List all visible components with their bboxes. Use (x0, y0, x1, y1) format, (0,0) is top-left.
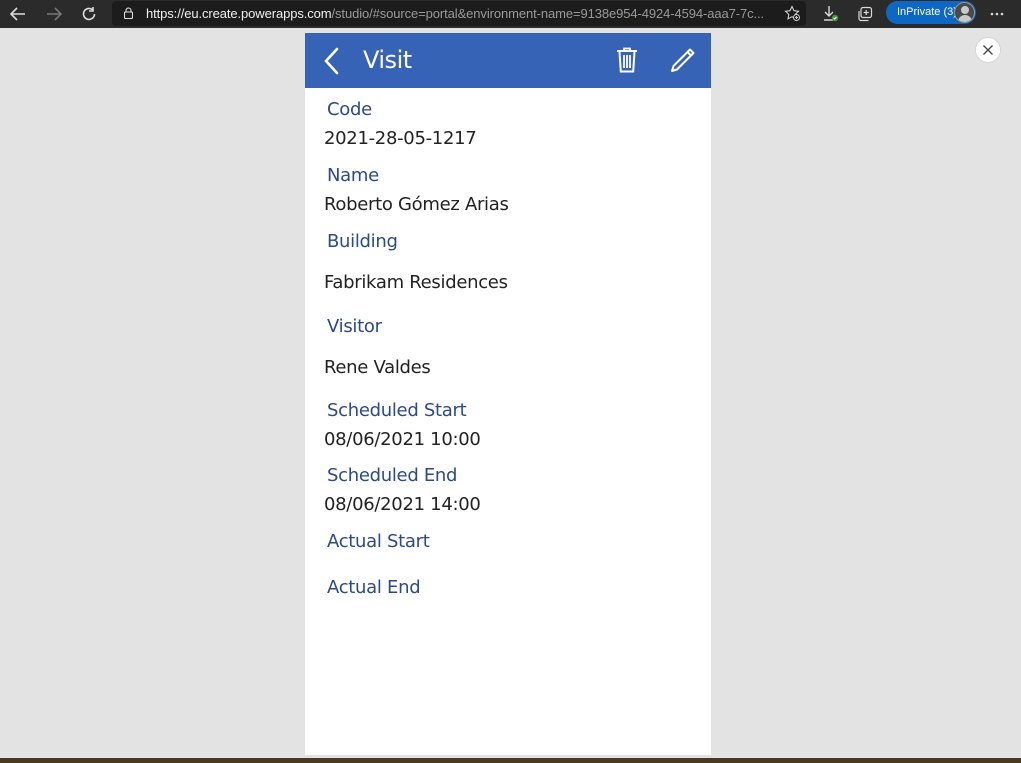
collections-icon[interactable] (854, 3, 876, 25)
scheduled-end-value: 08/06/2021 14:00 (324, 494, 481, 515)
actual-end-label: Actual End (327, 577, 421, 598)
star-add-icon[interactable] (784, 5, 802, 23)
lock-icon (124, 7, 133, 19)
avatar (954, 2, 975, 23)
address-bar[interactable]: https://eu.create.powerapps.com/studio/#… (112, 1, 806, 26)
taskbar-edge (0, 758, 1021, 763)
download-icon[interactable] (820, 3, 842, 25)
scheduled-start-value: 08/06/2021 10:00 (324, 429, 481, 450)
scheduled-start-label: Scheduled Start (327, 400, 467, 421)
building-label: Building (327, 231, 398, 252)
back-arrow-icon[interactable] (6, 2, 30, 26)
refresh-icon[interactable] (77, 2, 101, 26)
close-icon (983, 45, 993, 55)
more-icon[interactable] (986, 3, 1008, 25)
actual-start-label: Actual Start (327, 531, 430, 552)
app-header: Visit (305, 33, 711, 88)
url-text: https://eu.create.powerapps.com/studio/#… (146, 6, 765, 21)
name-label: Name (327, 165, 379, 186)
forward-arrow-icon[interactable] (42, 2, 66, 26)
app-screen: Visit Code 2021-28-05-1217 Name Roberto … (305, 33, 711, 755)
inprivate-label: InPrivate (3) (897, 6, 957, 18)
code-label: Code (327, 99, 372, 120)
visitor-label: Visitor (327, 316, 382, 337)
name-value: Roberto Gómez Arias (324, 194, 509, 215)
page-title: Visit (363, 46, 412, 74)
trash-icon[interactable] (616, 47, 638, 73)
chevron-left-icon[interactable] (321, 46, 343, 76)
scheduled-end-label: Scheduled End (327, 465, 458, 486)
browser-toolbar: https://eu.create.powerapps.com/studio/#… (0, 0, 1021, 28)
visitor-value: Rene Valdes (324, 357, 431, 378)
code-value: 2021-28-05-1217 (324, 128, 477, 149)
pencil-icon[interactable] (670, 47, 696, 73)
close-preview-button[interactable] (975, 37, 1001, 63)
inprivate-button[interactable]: InPrivate (3) (886, 1, 976, 24)
building-value: Fabrikam Residences (324, 272, 508, 293)
